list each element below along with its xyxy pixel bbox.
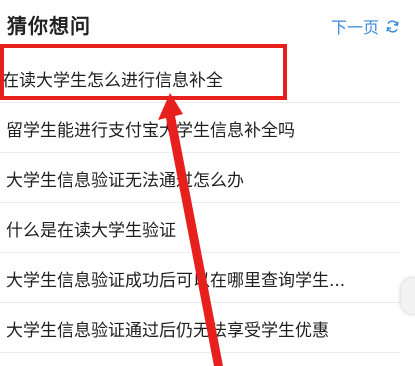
question-item[interactable]: 大学生信息验证无法通过怎么办: [0, 153, 400, 203]
side-scroll-handle[interactable]: [401, 278, 415, 314]
question-label: 大学生信息验证成功后可以在哪里查询学生...: [6, 271, 346, 291]
question-label: 大学生信息验证通过后仍无法享受学生优惠: [6, 321, 329, 341]
next-page-label: 下一页: [330, 18, 379, 37]
question-label: 大学生信息验证无法通过怎么办: [6, 171, 244, 191]
question-item[interactable]: 什么是在读大学生验证: [0, 203, 400, 253]
question-label: 在读大学生怎么进行信息补全: [2, 71, 223, 91]
refresh-icon: [385, 19, 400, 34]
question-item[interactable]: 大学生信息验证成功后可以在哪里查询学生...: [0, 253, 400, 303]
question-label: 什么是在读大学生验证: [6, 221, 176, 241]
question-item[interactable]: 大学生信息验证通过后仍无法享受学生优惠: [0, 303, 400, 353]
section-title: 猜你想问: [7, 14, 91, 38]
next-page-button[interactable]: 下一页: [331, 14, 400, 38]
question-item[interactable]: 在读大学生怎么进行信息补全: [0, 53, 400, 103]
question-label: 留学生能进行支付宝大学生信息补全吗: [6, 121, 295, 141]
faq-panel: 猜你想问 下一页 在读大学生怎么进行信息补全 留学生能进行支付宝大学生信息补全吗…: [0, 0, 415, 366]
question-item[interactable]: 留学生能进行支付宝大学生信息补全吗: [0, 103, 400, 153]
question-list: 在读大学生怎么进行信息补全 留学生能进行支付宝大学生信息补全吗 大学生信息验证无…: [0, 53, 400, 353]
header: 猜你想问 下一页: [0, 0, 415, 50]
